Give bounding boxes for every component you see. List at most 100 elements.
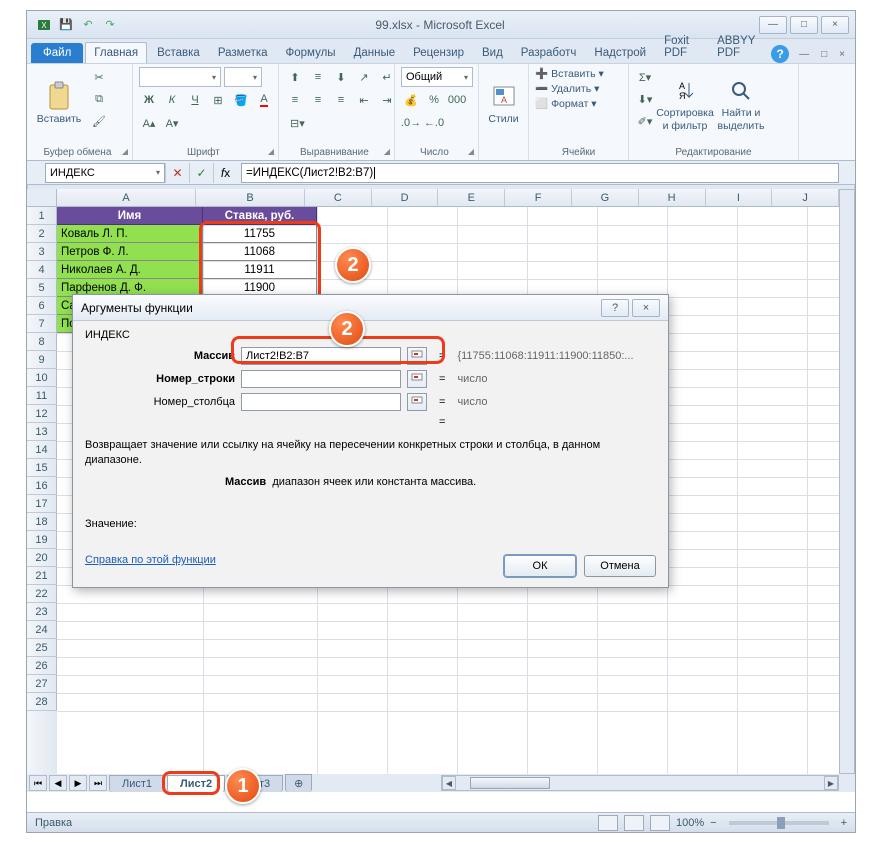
row-header-28[interactable]: 28 — [27, 693, 57, 711]
merge-icon[interactable]: ⊟▾ — [285, 113, 310, 133]
row-header-3[interactable]: 3 — [27, 243, 57, 261]
currency-icon[interactable]: 💰 — [401, 90, 421, 110]
bold-icon[interactable]: Ж — [139, 90, 159, 110]
arg-rownum-input[interactable] — [241, 370, 401, 388]
row-header-10[interactable]: 10 — [27, 369, 57, 387]
prev-sheet-button[interactable]: ◀ — [49, 775, 67, 791]
row-header-18[interactable]: 18 — [27, 513, 57, 531]
col-header-I[interactable]: I — [706, 189, 773, 206]
cancel-formula-icon[interactable]: ✕ — [165, 163, 189, 183]
row-header-23[interactable]: 23 — [27, 603, 57, 621]
dialog-close-button[interactable]: × — [632, 299, 660, 317]
row-header-8[interactable]: 8 — [27, 333, 57, 351]
row-header-5[interactable]: 5 — [27, 279, 57, 297]
wrap-text-icon[interactable]: ↵ — [377, 67, 397, 87]
tab-insert[interactable]: Вставка — [149, 43, 208, 63]
tab-abbyy[interactable]: ABBYY PDF — [709, 31, 769, 63]
row-header-15[interactable]: 15 — [27, 459, 57, 477]
copy-icon[interactable]: ⧉ — [89, 89, 109, 109]
tab-layout[interactable]: Разметка — [210, 43, 276, 63]
row-header-20[interactable]: 20 — [27, 549, 57, 567]
col-header-J[interactable]: J — [772, 189, 839, 206]
row-header-4[interactable]: 4 — [27, 261, 57, 279]
row-header-16[interactable]: 16 — [27, 477, 57, 495]
align-middle-icon[interactable]: ≡ — [308, 67, 328, 87]
row-header-6[interactable]: 6 — [27, 297, 57, 315]
doc-close[interactable]: × — [837, 47, 847, 62]
align-top-icon[interactable]: ⬆ — [285, 67, 305, 87]
row-header-11[interactable]: 11 — [27, 387, 57, 405]
row-header-2[interactable]: 2 — [27, 225, 57, 243]
tab-developer[interactable]: Разработч — [513, 43, 585, 63]
grow-font-icon[interactable]: A▴ — [139, 113, 159, 133]
launcher-icon[interactable]: ◢ — [122, 147, 128, 156]
col-header-A[interactable]: A — [57, 189, 196, 206]
sheet-tab-2[interactable]: Лист2 — [167, 775, 225, 792]
zoom-slider[interactable] — [729, 821, 829, 825]
col-header-B[interactable]: B — [196, 189, 305, 206]
zoom-out-button[interactable]: − — [710, 817, 716, 829]
tab-addins[interactable]: Надстрой — [586, 43, 654, 63]
doc-minimize[interactable]: — — [797, 47, 811, 62]
row-header-27[interactable]: 27 — [27, 675, 57, 693]
styles-button[interactable]: A Стили — [485, 67, 522, 141]
tab-formulas[interactable]: Формулы — [278, 43, 344, 63]
decrease-indent-icon[interactable]: ⇤ — [354, 90, 374, 110]
close-button[interactable]: × — [821, 16, 849, 34]
ok-button[interactable]: ОК — [504, 555, 576, 577]
undo-icon[interactable]: ↶ — [80, 17, 96, 33]
doc-restore[interactable]: □ — [819, 47, 829, 62]
cut-icon[interactable]: ✂ — [89, 67, 109, 87]
row-header-26[interactable]: 26 — [27, 657, 57, 675]
horizontal-scrollbar[interactable]: ◀▶ — [441, 775, 839, 791]
arg-array-input[interactable] — [241, 347, 401, 365]
next-sheet-button[interactable]: ▶ — [69, 775, 87, 791]
collapse-dialog-icon[interactable] — [407, 347, 427, 365]
file-tab[interactable]: Файл — [31, 43, 83, 63]
shrink-font-icon[interactable]: A▾ — [162, 113, 182, 133]
row-header-21[interactable]: 21 — [27, 567, 57, 585]
first-sheet-button[interactable]: ⏮ — [29, 775, 47, 791]
last-sheet-button[interactable]: ⏭ — [89, 775, 107, 791]
format-painter-icon[interactable]: 🖌 — [89, 111, 109, 131]
function-help-link[interactable]: Справка по этой функции — [85, 554, 216, 566]
redo-icon[interactable]: ↷ — [102, 17, 118, 33]
orientation-icon[interactable]: ↗ — [354, 67, 374, 87]
maximize-button[interactable]: □ — [790, 16, 818, 34]
cell-a3[interactable]: Петров Ф. Л. — [57, 243, 203, 261]
border-icon[interactable]: ⊞ — [208, 90, 228, 110]
formula-bar[interactable]: =ИНДЕКС(Лист2!B2:B7) — [241, 163, 839, 183]
collapse-dialog-icon[interactable] — [407, 393, 427, 411]
col-header-C[interactable]: C — [305, 189, 372, 206]
accept-formula-icon[interactable]: ✓ — [189, 163, 213, 183]
align-left-icon[interactable]: ≡ — [285, 90, 305, 110]
row-header-19[interactable]: 19 — [27, 531, 57, 549]
help-icon[interactable]: ? — [771, 45, 789, 63]
font-name-combo[interactable]: ▾ — [139, 67, 221, 87]
sheet-tab-1[interactable]: Лист1 — [109, 775, 165, 792]
sort-filter-button[interactable]: АЯ Сортировка и фильтр — [659, 67, 711, 141]
launcher-icon[interactable]: ◢ — [268, 147, 274, 156]
col-header-H[interactable]: H — [639, 189, 706, 206]
new-sheet-button[interactable]: ⊕ — [285, 774, 312, 792]
launcher-icon[interactable]: ◢ — [384, 147, 390, 156]
increase-indent-icon[interactable]: ⇥ — [377, 90, 397, 110]
tab-view[interactable]: Вид — [474, 43, 511, 63]
launcher-icon[interactable]: ◢ — [468, 147, 474, 156]
header-b1[interactable]: Ставка, руб. — [203, 207, 317, 225]
delete-cells-button[interactable]: ➖Удалить ▾ — [535, 82, 599, 95]
normal-view-button[interactable] — [598, 815, 618, 831]
cell-b4[interactable]: 11911 — [203, 261, 317, 279]
number-format-combo[interactable]: Общий▾ — [401, 67, 473, 87]
col-header-F[interactable]: F — [505, 189, 572, 206]
row-header-13[interactable]: 13 — [27, 423, 57, 441]
row-header-24[interactable]: 24 — [27, 621, 57, 639]
col-header-E[interactable]: E — [438, 189, 505, 206]
paste-button[interactable]: Вставить — [33, 67, 85, 141]
align-right-icon[interactable]: ≡ — [331, 90, 351, 110]
row-header-14[interactable]: 14 — [27, 441, 57, 459]
select-all-corner[interactable] — [27, 189, 57, 207]
row-header-9[interactable]: 9 — [27, 351, 57, 369]
header-a1[interactable]: Имя — [57, 207, 203, 225]
row-header-22[interactable]: 22 — [27, 585, 57, 603]
